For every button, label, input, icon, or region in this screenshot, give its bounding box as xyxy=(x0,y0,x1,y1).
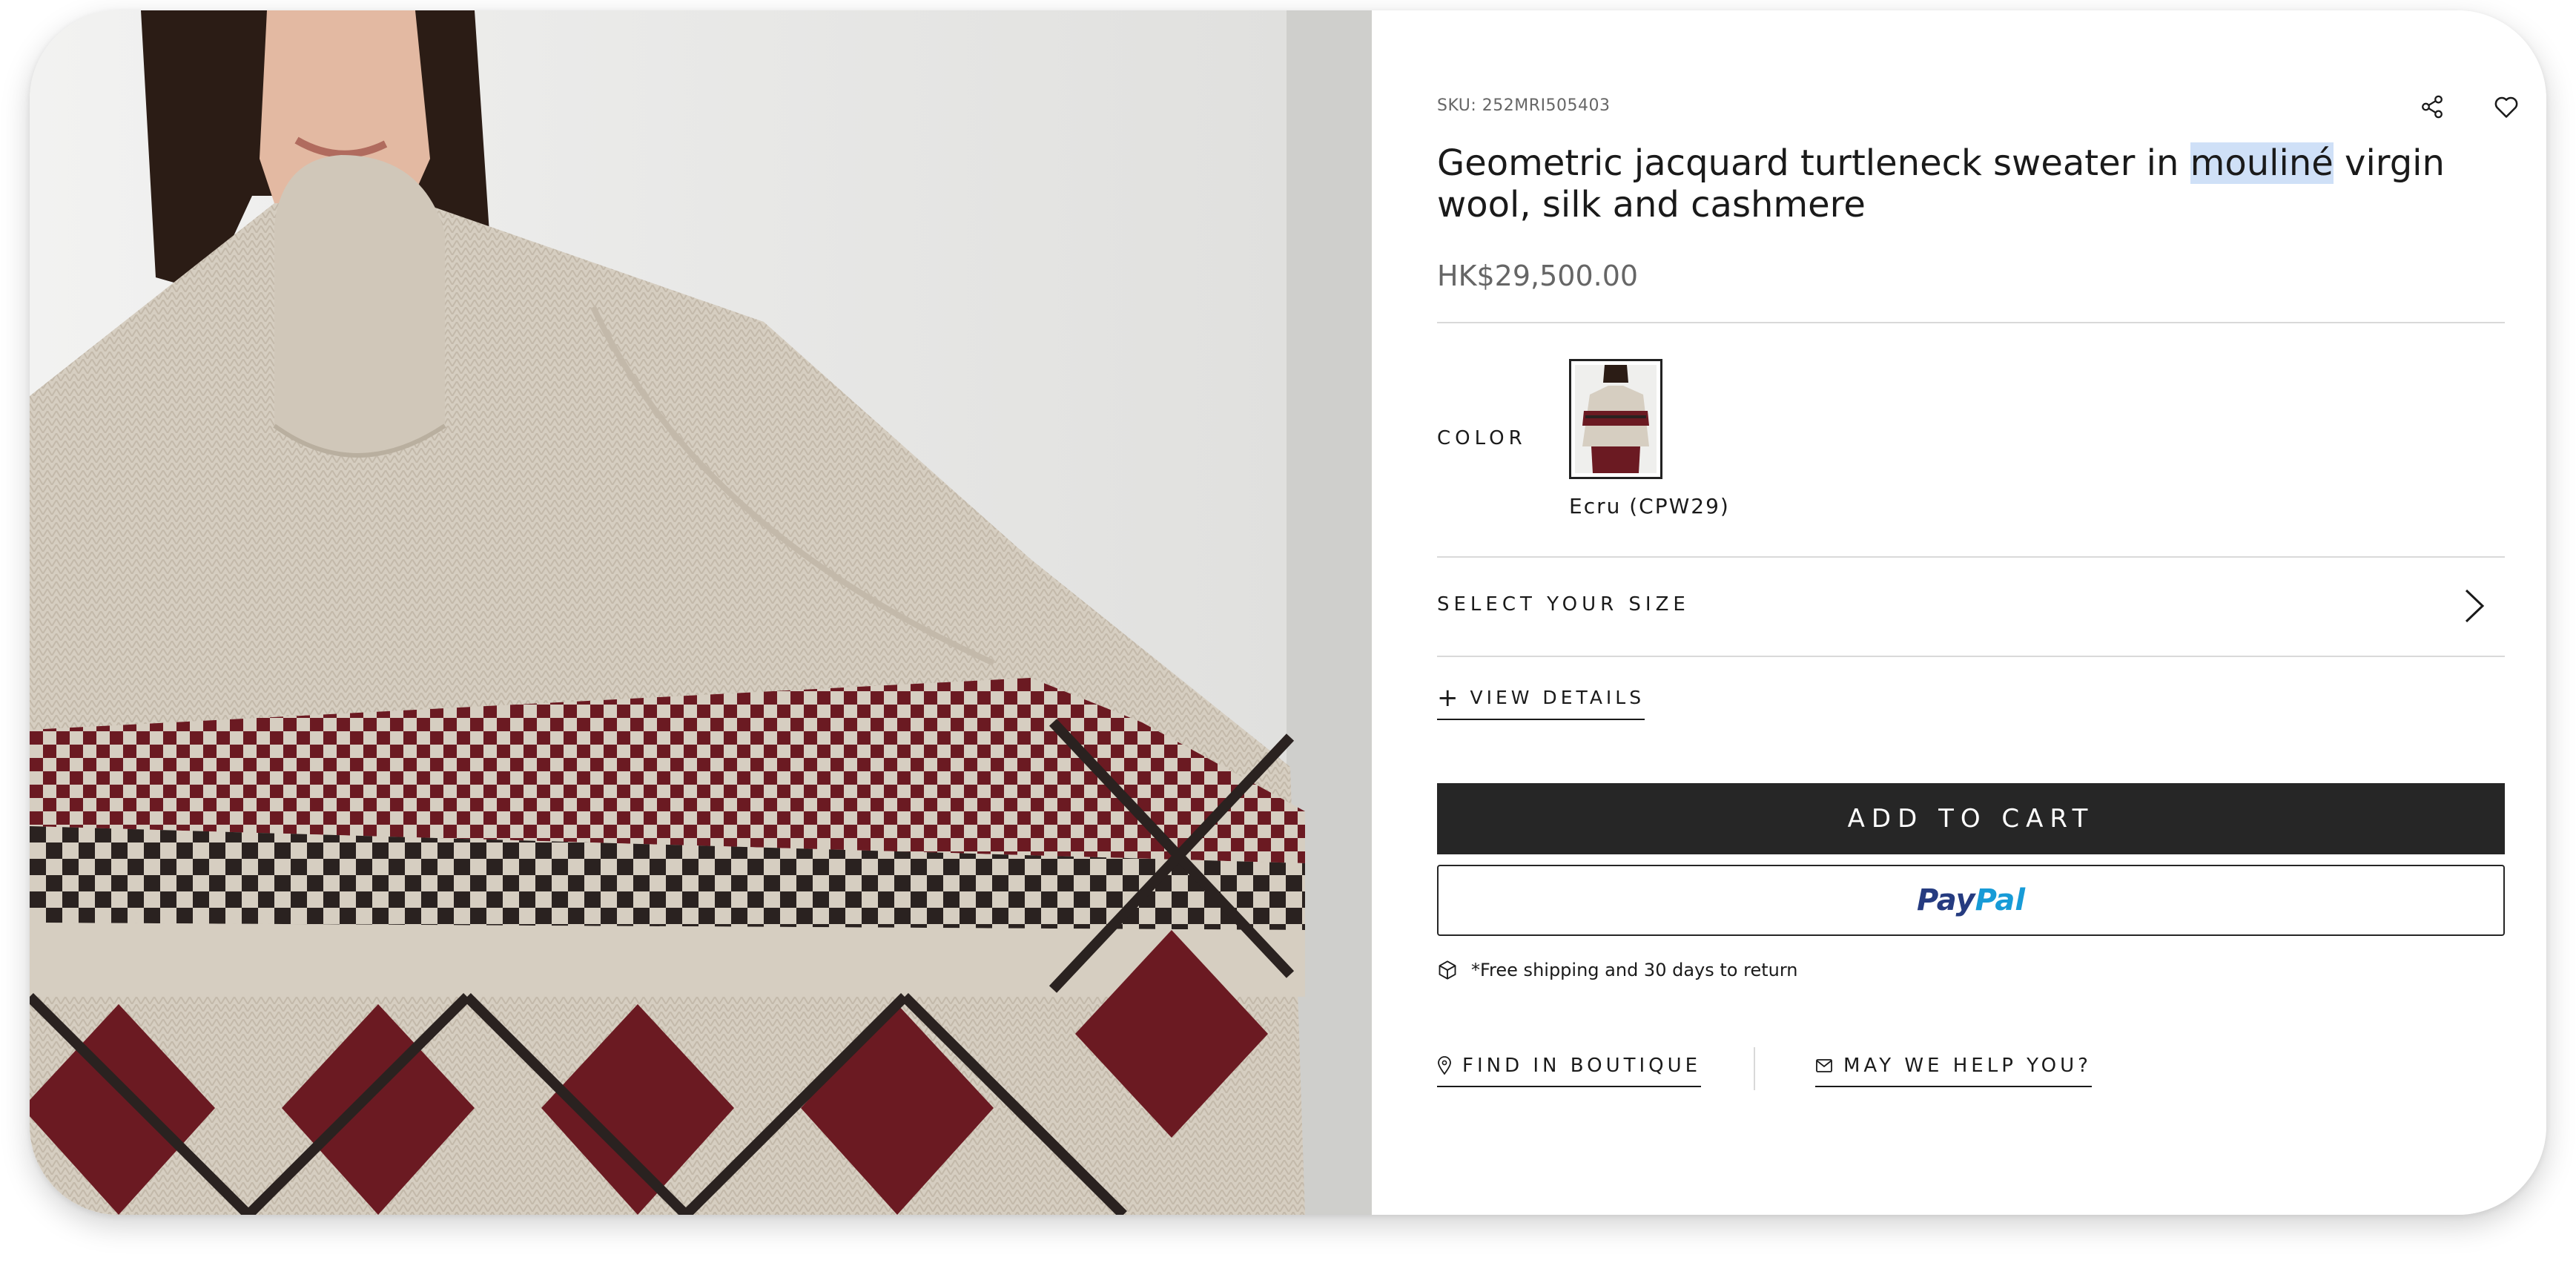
mail-icon xyxy=(1816,1059,1832,1072)
share-button[interactable] xyxy=(2411,86,2453,128)
swatch-thumbnail xyxy=(1575,365,1657,473)
package-icon xyxy=(1439,960,1456,980)
find-in-boutique-link[interactable]: FIND IN BOUTIQUE xyxy=(1437,1055,1702,1087)
add-to-cart-button[interactable]: ADD TO CART xyxy=(1437,783,2505,854)
title-highlighted-text: mouliné xyxy=(2190,142,2334,184)
swatch-label: Ecru (CPW29) xyxy=(1569,494,1730,518)
product-image xyxy=(30,10,1372,1215)
view-details-label: VIEW DETAILS xyxy=(1470,687,1645,708)
chevron-right-icon xyxy=(2465,589,2485,623)
heart-icon xyxy=(2494,96,2518,118)
product-sku: SKU: 252MRI505403 xyxy=(1437,96,1611,115)
product-title: Geometric jacquard turtleneck sweater in… xyxy=(1437,142,2490,225)
footer-separator xyxy=(1754,1047,1755,1090)
color-swatch[interactable] xyxy=(1569,359,1662,479)
paypal-logo-pal: Pal xyxy=(1975,883,2026,917)
may-we-help-link[interactable]: MAY WE HELP YOU? xyxy=(1815,1055,2092,1087)
divider xyxy=(1437,656,2505,657)
wishlist-button[interactable] xyxy=(2486,86,2527,128)
shipping-text: *Free shipping and 30 days to return xyxy=(1471,960,1798,980)
title-text-start: Geometric jacquard turtleneck sweater in xyxy=(1437,142,2190,184)
select-size-label: SELECT YOUR SIZE xyxy=(1437,593,1690,616)
shipping-info: *Free shipping and 30 days to return xyxy=(1437,960,1797,980)
color-label: COLOR xyxy=(1437,427,1527,449)
product-price: HK$29,500.00 xyxy=(1437,260,1639,292)
paypal-logo-pay: Pay xyxy=(1916,883,1975,917)
paypal-button[interactable]: Pay Pal xyxy=(1437,865,2505,936)
may-we-help-label: MAY WE HELP YOU? xyxy=(1843,1055,2092,1077)
location-pin-icon xyxy=(1438,1056,1451,1075)
product-card: SKU: 252MRI505403 Geometric jacquard tur… xyxy=(30,10,2546,1215)
divider xyxy=(1437,322,2505,323)
product-info-panel: SKU: 252MRI505403 Geometric jacquard tur… xyxy=(1372,10,2546,1215)
select-size-row[interactable]: SELECT YOUR SIZE xyxy=(1437,556,2505,656)
plus-icon: + xyxy=(1437,682,1459,713)
share-icon xyxy=(2422,95,2443,119)
find-in-boutique-label: FIND IN BOUTIQUE xyxy=(1462,1055,1702,1077)
view-details-link[interactable]: + VIEW DETAILS xyxy=(1437,682,1645,720)
sweater-illustration xyxy=(30,10,1372,1215)
